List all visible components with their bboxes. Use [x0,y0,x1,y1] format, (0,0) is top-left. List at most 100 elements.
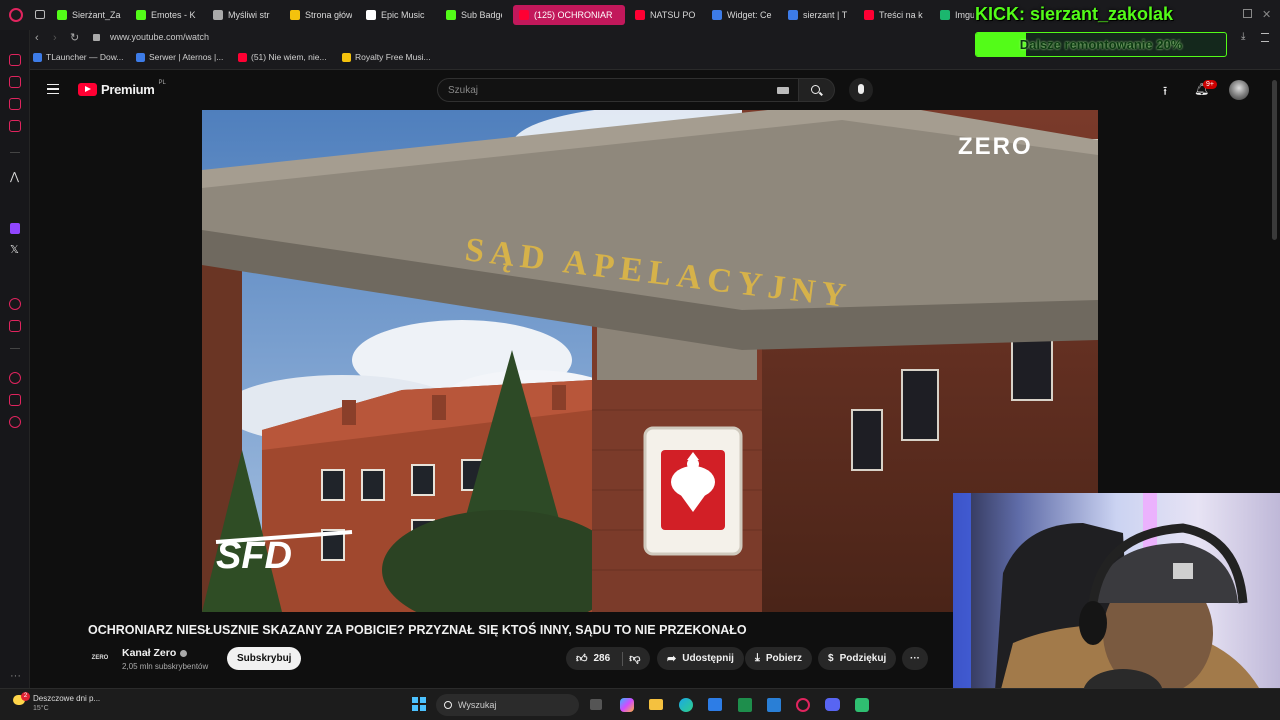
task-view-icon[interactable] [590,699,602,710]
notification-badge: 9+ [1203,80,1217,89]
browser-tab[interactable]: Widget: Ce [712,5,774,25]
settings-icon[interactable] [9,416,21,428]
twitch-icon[interactable] [10,223,20,234]
menu-icon[interactable] [1261,33,1269,42]
opera-sidebar: ⋀ 𝕏 ··· [0,30,30,690]
tab-label: Sub Badge [461,10,502,20]
excel-icon[interactable] [738,698,752,712]
extensions-icon[interactable] [9,394,21,406]
bookmark-favicon-icon [342,52,351,62]
tab-favicon-icon [712,10,722,20]
channel-avatar[interactable]: ZERO [88,649,112,667]
youtube-logo[interactable]: Premium PL [78,79,166,97]
youtube-logo-text: Premium [101,82,155,97]
video-watermark: ZERO [958,133,1033,160]
create-upload-icon[interactable]: ⭱ [1163,82,1167,103]
bookmark-item[interactable]: (51) Nie wiem, nie... [238,52,327,62]
window-close-icon[interactable]: ✕ [1262,8,1271,21]
opera-sidebar-icon[interactable] [9,98,21,110]
share-button[interactable]: ➦ Udostępnij [657,647,744,670]
browser-tab[interactable]: Epic Music [366,5,432,25]
opera-sidebar-icon[interactable] [9,320,21,332]
more-actions-button[interactable]: ··· [902,647,928,670]
back-icon[interactable]: ‹ [35,32,39,44]
tab-label: sierzant | T [803,10,848,20]
thanks-button[interactable]: $ Podziękuj [818,647,897,670]
bookmark-item[interactable]: Royalty Free Musi... [342,52,431,62]
taskbar-search-icon [444,701,452,709]
avatar[interactable] [1229,80,1249,100]
lock-icon [93,34,100,41]
opera-sidebar-icon[interactable] [9,54,21,66]
tab-overview-icon[interactable] [35,10,45,19]
vscode-icon[interactable] [767,698,781,712]
app-icon[interactable] [855,698,869,712]
search-button[interactable] [799,78,835,102]
keyboard-icon[interactable] [777,87,789,94]
more-horizontal-icon: ··· [910,653,920,664]
bookmark-label: Royalty Free Musi... [355,52,431,62]
hamburger-menu-icon[interactable] [47,84,59,94]
bookmark-item[interactable]: TLauncher — Dow... [33,52,123,62]
tab-favicon-icon [519,10,529,20]
like-count: 286 [593,653,611,664]
more-icon[interactable]: ··· [10,670,21,682]
tab-label: Treści na k [879,10,923,20]
tab-label: Epic Music [381,10,425,20]
voice-search-button[interactable] [849,78,873,102]
browser-tab[interactable]: Sub Badge [446,5,502,25]
edge-icon[interactable] [679,698,693,712]
thumbs-up-icon: 👍︎ [576,653,588,665]
taskbar-search-input[interactable]: Wyszukaj [436,694,579,716]
bookmark-item[interactable]: Serwer | Aternos |... [136,52,223,62]
browser-tab[interactable]: Sierżant_Za [57,5,123,25]
discord-icon[interactable] [825,698,840,711]
window-maximize-icon[interactable] [1243,9,1252,18]
browser-tab[interactable]: Imgu [940,5,974,25]
tab-favicon-icon [213,10,223,20]
bookmark-favicon-icon [136,52,145,62]
channel-name-label: Kanał Zero [122,647,177,659]
download-icon[interactable]: ⤓ [1241,31,1245,42]
dislike-button[interactable]: 👎︎ [629,652,640,665]
history-icon[interactable] [9,372,21,384]
subscribe-button[interactable]: Subskrybuj [227,647,302,670]
thanks-icon: $ [828,653,834,664]
url-field[interactable]: www.youtube.com/watch [110,32,209,42]
reload-icon[interactable]: ↻ [70,31,79,44]
windows-start-icon[interactable] [412,697,426,711]
opera-logo-icon[interactable] [9,8,23,22]
channel-name[interactable]: Kanał Zero [122,647,188,659]
browser-tab[interactable]: Strona głów [290,5,352,25]
aria-ai-icon[interactable]: ⋀ [10,170,19,183]
weather-title[interactable]: Deszczowe dni p... [33,694,100,703]
microphone-icon [858,84,864,94]
tab-favicon-icon [446,10,456,20]
browser-tab[interactable]: Treści na k [864,5,928,25]
like-button[interactable]: 👍︎ 286 👎︎ [566,647,651,670]
youtube-logo-country: PL [158,79,166,86]
browser-tab[interactable]: (125) OCHRONIAR [513,5,625,25]
browser-tab[interactable]: Emotes - K [136,5,199,25]
opera-taskbar-icon[interactable] [796,698,810,712]
browser-tab[interactable]: NATSU PO [635,5,699,25]
copilot-icon[interactable] [620,698,634,712]
x-twitter-icon[interactable]: 𝕏 [10,243,19,256]
forward-icon[interactable]: › [53,32,57,44]
opera-sidebar-icon[interactable] [9,298,21,310]
opera-sidebar-icon[interactable] [9,76,21,88]
opera-sidebar-icon[interactable] [9,120,21,132]
download-button[interactable]: ⤓ Pobierz [745,647,812,670]
page-scrollbar[interactable] [1272,80,1277,240]
weather-badge: 2 [21,692,30,701]
download-arrow-icon: ⤓ [755,652,760,664]
file-explorer-icon[interactable] [649,699,663,710]
tab-favicon-icon [635,10,645,20]
browser-tab[interactable]: Myśliwi str [213,5,275,25]
tab-favicon-icon [136,10,146,20]
store-icon[interactable] [708,698,722,711]
search-input[interactable]: Szukaj [437,78,799,102]
taskbar-search-placeholder: Wyszukaj [458,700,497,710]
share-label: Udostępnij [682,653,734,664]
browser-tab[interactable]: sierzant | T [788,5,850,25]
